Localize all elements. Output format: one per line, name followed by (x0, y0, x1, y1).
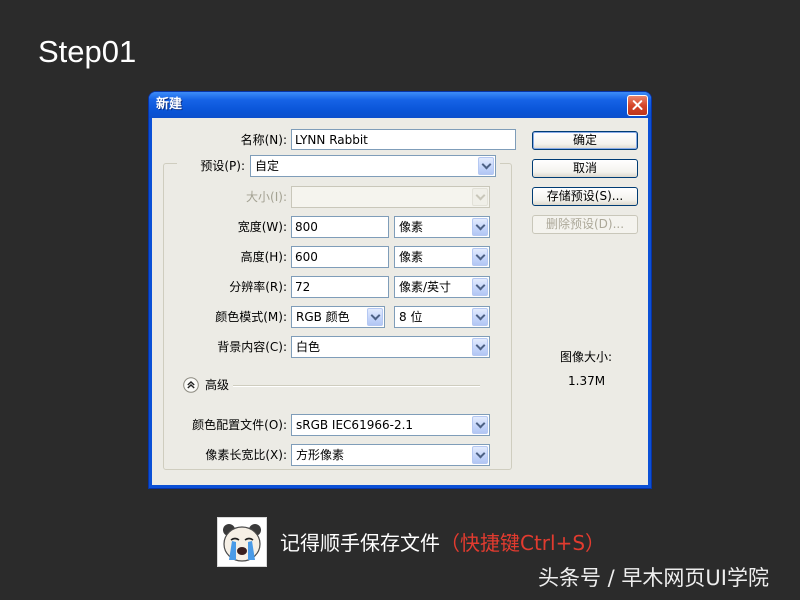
watermark: 头条号 / 早木网页UI学院 (538, 566, 769, 590)
close-icon (628, 96, 647, 115)
shortcut-hint: （快捷键Ctrl+S） (440, 531, 606, 555)
bit-depth-value: 8 位 (399, 310, 423, 324)
ok-button[interactable]: 确定 (532, 131, 638, 150)
height-unit-select[interactable]: 像素 (394, 246, 490, 268)
dropdown-arrow-icon[interactable] (472, 218, 488, 236)
color-profile-value: sRGB IEC61966-2.1 (296, 418, 414, 432)
color-profile-label: 颜色配置文件(O): (192, 418, 287, 432)
caption-text: 记得顺手保存文件 (280, 531, 440, 555)
width-label: 宽度(W): (237, 220, 287, 234)
name-label: 名称(N): (240, 133, 287, 147)
name-input[interactable] (291, 129, 516, 150)
color-profile-select[interactable]: sRGB IEC61966-2.1 (291, 414, 490, 436)
collapse-chevron-icon[interactable] (183, 377, 199, 393)
width-unit-select[interactable]: 像素 (394, 216, 490, 238)
dialog-title: 新建 (156, 97, 183, 112)
height-label: 高度(H): (240, 250, 287, 264)
pixel-aspect-value: 方形像素 (296, 448, 345, 462)
image-size-label: 图像大小: (560, 350, 613, 364)
color-mode-value: RGB 颜色 (296, 310, 350, 324)
caption: 记得顺手保存文件（快捷键Ctrl+S） (280, 529, 605, 557)
step-title: Step01 (38, 34, 137, 69)
crying-face-sticker (217, 517, 267, 567)
size-select (291, 186, 490, 208)
resolution-input[interactable] (291, 276, 389, 298)
background-value: 白色 (296, 340, 321, 354)
close-button[interactable] (627, 95, 648, 116)
height-input[interactable] (291, 246, 389, 268)
dropdown-arrow-icon[interactable] (472, 308, 488, 326)
resolution-unit-value: 像素/英寸 (399, 280, 452, 294)
width-input[interactable] (291, 216, 389, 238)
resolution-unit-select[interactable]: 像素/英寸 (394, 276, 490, 298)
bit-depth-select[interactable]: 8 位 (394, 306, 490, 328)
dropdown-arrow-icon (472, 188, 488, 206)
save-preset-button[interactable]: 存储预设(S)... (532, 187, 638, 206)
pixel-aspect-select[interactable]: 方形像素 (291, 444, 490, 466)
dropdown-arrow-icon[interactable] (472, 278, 488, 296)
dropdown-arrow-icon[interactable] (478, 157, 494, 175)
dropdown-arrow-icon[interactable] (472, 416, 488, 434)
advanced-label: 高级 (205, 378, 230, 392)
preset-value: 自定 (255, 159, 280, 173)
color-mode-select[interactable]: RGB 颜色 (291, 306, 385, 328)
dropdown-arrow-icon[interactable] (472, 248, 488, 266)
dropdown-arrow-icon[interactable] (367, 308, 383, 326)
resolution-label: 分辨率(R): (229, 280, 287, 294)
background-label: 背景内容(C): (217, 340, 287, 354)
width-unit-value: 像素 (399, 220, 424, 234)
pixel-aspect-label: 像素长宽比(X): (205, 448, 287, 462)
height-unit-value: 像素 (399, 250, 424, 264)
preset-label: 预设(P): (200, 159, 245, 173)
advanced-divider (233, 385, 480, 387)
new-document-dialog: 新建 名称(N): 确定 取消 存储预设(S)... 删除预设(D)... 预设… (149, 92, 651, 488)
dropdown-arrow-icon[interactable] (472, 446, 488, 464)
delete-preset-button: 删除预设(D)... (532, 215, 638, 234)
dropdown-arrow-icon[interactable] (472, 338, 488, 356)
size-label: 大小(I): (246, 190, 287, 204)
color-mode-label: 颜色模式(M): (215, 310, 287, 324)
background-select[interactable]: 白色 (291, 336, 490, 358)
dialog-title-bar[interactable]: 新建 (149, 92, 651, 118)
cancel-button[interactable]: 取消 (532, 159, 638, 178)
preset-select[interactable]: 自定 (250, 155, 496, 177)
image-size-value: 1.37M (568, 374, 606, 388)
